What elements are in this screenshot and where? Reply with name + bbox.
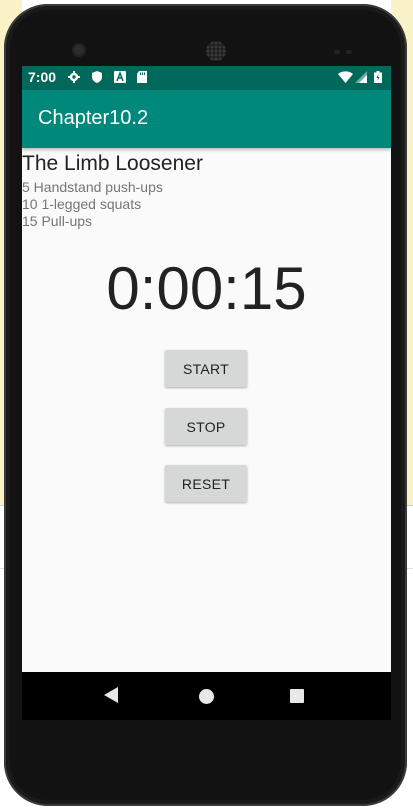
status-bar: 7:00 bbox=[22, 66, 391, 90]
workout-title: The Limb Loosener bbox=[22, 152, 203, 175]
device-screen: 7:00 Chapter10.2 The Limb Loosener 5 Han… bbox=[22, 66, 391, 720]
proximity-sensor bbox=[334, 50, 340, 54]
status-time: 7:00 bbox=[28, 69, 57, 85]
front-camera bbox=[74, 45, 84, 55]
start-button[interactable]: START bbox=[165, 350, 247, 387]
stop-button[interactable]: STOP bbox=[165, 408, 247, 445]
home-icon[interactable] bbox=[199, 689, 214, 704]
app-bar: Chapter10.2 bbox=[22, 90, 391, 148]
light-sensor bbox=[346, 50, 352, 54]
wifi-icon bbox=[338, 71, 353, 83]
main-content: The Limb Loosener 5 Handstand push-ups 1… bbox=[22, 148, 391, 672]
battery-icon bbox=[374, 71, 382, 83]
recents-icon[interactable] bbox=[290, 689, 304, 703]
exercise-item: 5 Handstand push-ups bbox=[22, 179, 163, 195]
exercise-item: 15 Pull-ups bbox=[22, 213, 93, 229]
navigation-bar bbox=[22, 672, 391, 720]
stopwatch-time: 0:00:15 bbox=[106, 255, 307, 322]
signal-icon bbox=[355, 71, 367, 83]
shield-icon bbox=[92, 71, 102, 83]
app-title: Chapter10.2 bbox=[38, 107, 149, 129]
back-icon[interactable] bbox=[104, 687, 118, 703]
sd-card-icon bbox=[137, 71, 147, 83]
earpiece-speaker bbox=[206, 41, 226, 61]
a-icon bbox=[114, 71, 126, 83]
gear-icon bbox=[68, 71, 80, 83]
exercise-item: 10 1-legged squats bbox=[22, 196, 142, 212]
reset-button[interactable]: RESET bbox=[165, 465, 247, 502]
